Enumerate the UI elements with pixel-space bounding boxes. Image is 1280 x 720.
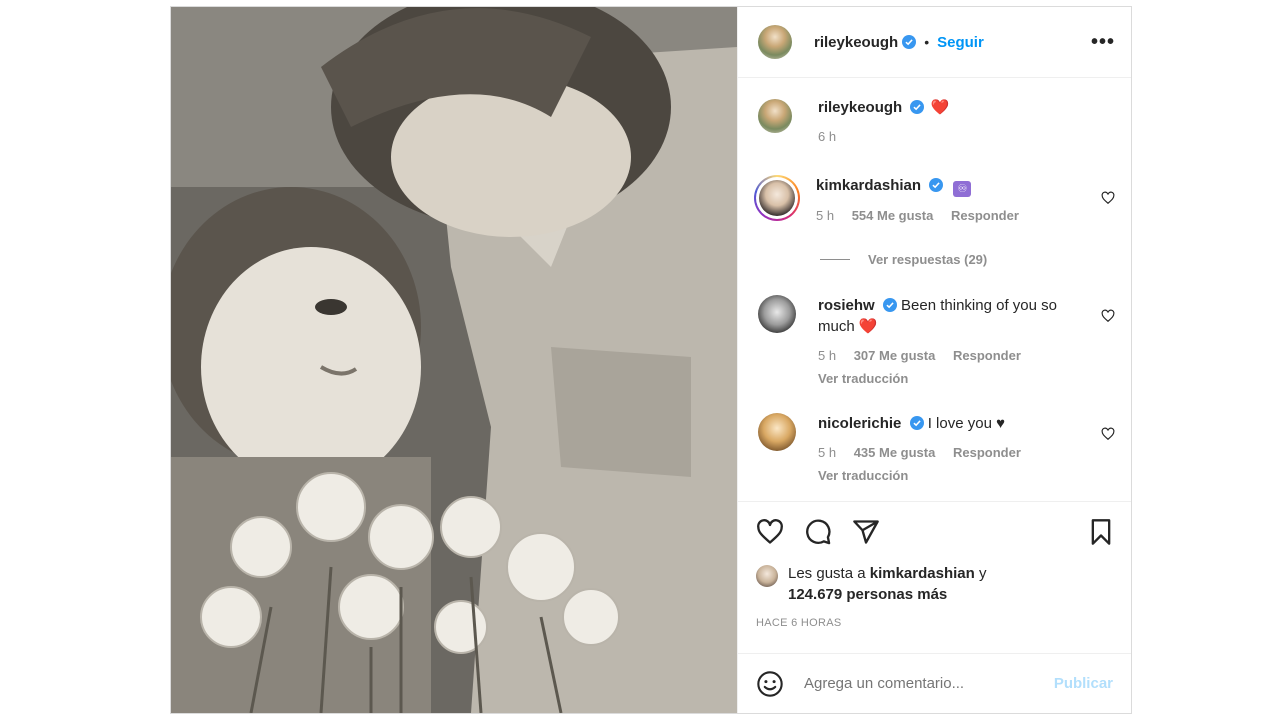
caption-time: 6 h (818, 129, 837, 144)
comment-icon[interactable] (804, 518, 832, 546)
comment-meta: 5 h 307 Me gusta Responder (818, 345, 1070, 366)
reply-button[interactable]: Responder (953, 445, 1021, 460)
like-icon[interactable] (756, 518, 784, 546)
comment-input[interactable] (804, 675, 1054, 692)
verified-icon (929, 178, 944, 192)
commenter-avatar (759, 180, 795, 216)
caption: rileykeough ❤️ 6 h (758, 97, 1115, 147)
photo-illustration (171, 7, 737, 713)
comment-like-icon[interactable] (1101, 427, 1115, 441)
verified-icon (882, 298, 897, 312)
comment-time: 5 h (818, 445, 837, 460)
comment-time: 5 h (818, 348, 837, 363)
view-replies-label: Ver respuestas (29) (868, 252, 988, 267)
comment-item: rosiehw Been thinking of you so much ❤️ … (758, 295, 1115, 389)
likes-summary: Les gusta a kimkardashian y 124.679 pers… (756, 563, 1115, 605)
comment-like-icon[interactable] (1101, 309, 1115, 323)
more-options-icon[interactable]: ••• (1091, 32, 1115, 52)
comment-time: 5 h (816, 208, 835, 223)
liker-username[interactable]: kimkardashian (870, 565, 975, 582)
comment-item: nicolerichie I love you ♥ 5 h 435 Me gus… (758, 413, 1115, 486)
emoji-icon[interactable] (756, 670, 784, 698)
reply-button[interactable]: Responder (953, 348, 1021, 363)
likes-joiner: y (978, 565, 987, 582)
see-translation-button[interactable]: Ver traducción (818, 368, 1070, 389)
comments-list: rileykeough ❤️ 6 h kimkardashian ♾ 5 h 5… (738, 79, 1131, 500)
comment-username[interactable]: rosiehw (818, 297, 875, 314)
caption-avatar[interactable] (758, 99, 792, 133)
comment-meta: 5 h 554 Me gusta Responder (816, 205, 1068, 226)
commenter-avatar[interactable] (758, 295, 796, 333)
author-username[interactable]: rileykeough (814, 34, 898, 51)
story-ring[interactable] (754, 175, 800, 221)
commenter-avatar[interactable] (758, 413, 796, 451)
reply-button[interactable]: Responder (951, 208, 1019, 223)
comment-username[interactable]: kimkardashian (816, 177, 921, 194)
save-icon[interactable] (1087, 518, 1115, 546)
separator-dot: • (924, 34, 930, 50)
comment-text: I love you ♥ (927, 415, 1005, 432)
view-replies-button[interactable]: Ver respuestas (29) (820, 252, 987, 267)
verified-icon (909, 416, 924, 430)
verified-icon (902, 35, 917, 49)
caption-text: ❤️ (930, 99, 950, 116)
post-side-panel: rileykeough • Seguir ••• rileykeough ❤️ (737, 7, 1131, 713)
comment-username[interactable]: nicolerichie (818, 415, 901, 432)
follow-button[interactable]: Seguir (937, 34, 984, 51)
comment-likes[interactable]: 435 Me gusta (854, 445, 936, 460)
comment-likes[interactable]: 307 Me gusta (854, 348, 936, 363)
instagram-post: rileykeough • Seguir ••• rileykeough ❤️ (170, 6, 1132, 714)
caption-meta: 6 h (818, 126, 1070, 147)
likes-text: Les gusta a kimkardashian y 124.679 pers… (788, 563, 986, 605)
comment-composer: Publicar (738, 653, 1131, 713)
likes-others[interactable]: 124.679 personas más (788, 586, 947, 603)
replies-line (820, 259, 850, 260)
share-icon[interactable] (852, 518, 880, 546)
verified-icon (910, 100, 925, 114)
see-translation-button[interactable]: Ver traducción (818, 465, 1070, 486)
comment-meta: 5 h 435 Me gusta Responder (818, 442, 1070, 463)
author-avatar[interactable] (758, 25, 792, 59)
publish-button[interactable]: Publicar (1054, 675, 1113, 692)
comment-likes[interactable]: 554 Me gusta (852, 208, 934, 223)
caption-username[interactable]: rileykeough (818, 99, 902, 116)
comment-like-icon[interactable] (1101, 191, 1115, 205)
post-photo[interactable] (171, 7, 737, 713)
action-bar (738, 501, 1131, 561)
post-header: rileykeough • Seguir ••• (738, 7, 1131, 78)
infinity-emoji-icon: ♾ (953, 181, 972, 197)
comment-item: kimkardashian ♾ 5 h 554 Me gusta Respond… (754, 175, 1115, 226)
post-time: HACE 6 HORAS (756, 617, 842, 629)
likes-prefix: Les gusta a (788, 565, 866, 582)
liker-avatar[interactable] (756, 565, 778, 587)
